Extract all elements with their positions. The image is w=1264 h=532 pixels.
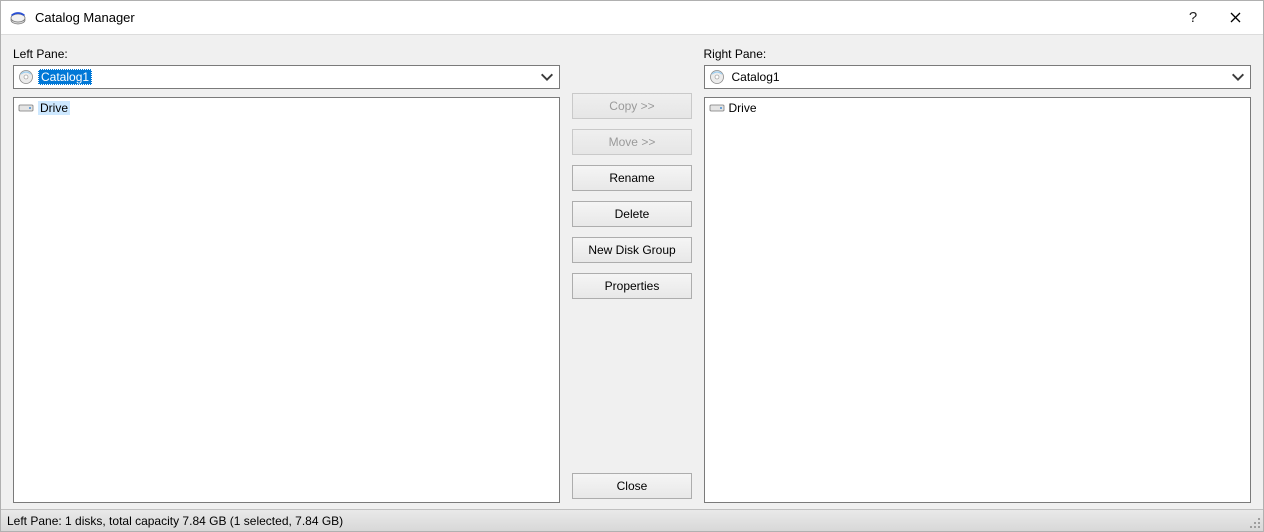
list-item[interactable]: Drive <box>14 98 559 118</box>
right-catalog-combo[interactable]: Catalog1 <box>704 65 1251 89</box>
list-item-label: Drive <box>729 101 757 115</box>
app-icon <box>9 9 27 27</box>
drive-icon <box>18 102 34 114</box>
chevron-down-icon <box>539 69 555 85</box>
catalog-manager-window: Catalog Manager ? Left Pane: Catalog1 <box>0 0 1264 532</box>
close-button[interactable]: Close <box>572 473 691 499</box>
right-item-list[interactable]: Drive <box>704 97 1251 503</box>
disc-icon <box>18 69 34 85</box>
action-button-column: Copy >> Move >> Rename Delete New Disk G… <box>572 47 691 503</box>
close-window-button[interactable] <box>1213 3 1257 33</box>
move-button[interactable]: Move >> <box>572 129 691 155</box>
right-pane-label: Right Pane: <box>704 47 1251 61</box>
left-catalog-combo[interactable]: Catalog1 <box>13 65 560 89</box>
resize-grip-icon[interactable] <box>1247 515 1261 529</box>
help-button[interactable]: ? <box>1173 3 1213 33</box>
titlebar: Catalog Manager ? <box>1 1 1263 35</box>
list-item-label: Drive <box>38 101 70 115</box>
right-pane: Right Pane: Catalog1 <box>704 47 1251 503</box>
properties-button[interactable]: Properties <box>572 273 691 299</box>
dialog-body: Left Pane: Catalog1 <box>1 35 1263 509</box>
status-bar: Left Pane: 1 disks, total capacity 7.84 … <box>1 509 1263 531</box>
window-title: Catalog Manager <box>35 10 1173 25</box>
delete-button[interactable]: Delete <box>572 201 691 227</box>
left-pane-label: Left Pane: <box>13 47 560 61</box>
left-item-list[interactable]: Drive <box>13 97 560 503</box>
new-disk-group-button[interactable]: New Disk Group <box>572 237 691 263</box>
disc-icon <box>709 69 725 85</box>
list-item[interactable]: Drive <box>705 98 1250 118</box>
chevron-down-icon <box>1230 69 1246 85</box>
drive-icon <box>709 102 725 114</box>
left-pane: Left Pane: Catalog1 <box>13 47 560 503</box>
status-text: Left Pane: 1 disks, total capacity 7.84 … <box>7 514 343 528</box>
left-catalog-selected: Catalog1 <box>38 69 92 85</box>
copy-button[interactable]: Copy >> <box>572 93 691 119</box>
rename-button[interactable]: Rename <box>572 165 691 191</box>
right-catalog-selected: Catalog1 <box>729 69 1230 85</box>
